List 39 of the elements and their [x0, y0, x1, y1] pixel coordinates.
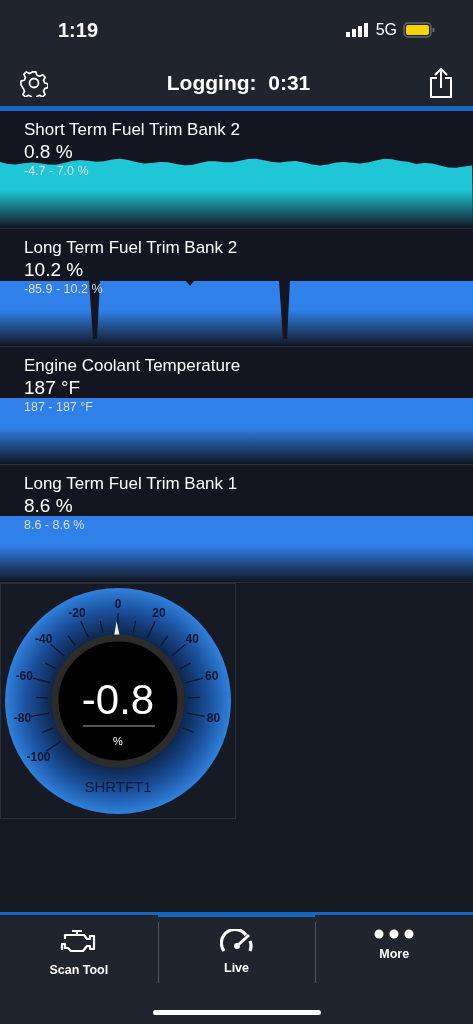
nav-tab[interactable]: Live: [157, 912, 316, 983]
pid-name: Short Term Fuel Trim Bank 2: [24, 119, 241, 141]
engine-icon: [59, 929, 98, 955]
pid-range: -4.7 - 7.0 %: [24, 163, 89, 179]
pid-name: Engine Coolant Temperature: [24, 355, 241, 377]
gauge-unit: %: [113, 735, 123, 747]
pid-name: Long Term Fuel Trim Bank 2: [24, 237, 238, 259]
signal-icon: [345, 23, 370, 37]
gauge-icon: [219, 929, 254, 953]
gauge-tick-label: -20: [68, 606, 86, 621]
share-button[interactable]: [429, 67, 453, 99]
pid-range: 8.6 - 8.6 %: [24, 517, 85, 533]
gauge-value: -0.8: [81, 676, 155, 723]
pid-value: 10.2 %: [24, 259, 84, 281]
gauge-tick-label: -80: [13, 710, 32, 725]
battery-icon: [403, 22, 435, 38]
gauge-tick-label: 0: [114, 597, 122, 611]
nav-tab[interactable]: Scan Tool: [0, 912, 158, 983]
gauge-tick-label: 40: [185, 631, 199, 646]
gauge-tick-label: 80: [206, 710, 221, 725]
clock-time: 1:19: [58, 18, 100, 42]
logging-title: Logging: 0:31: [165, 71, 312, 95]
pid-value: 0.8 %: [24, 141, 73, 163]
pid-value: 8.6 %: [24, 495, 73, 517]
settings-icon: [20, 69, 48, 97]
gauge-label: SHRTFT1: [84, 778, 152, 795]
more-icon: [374, 929, 415, 939]
pid-name: Long Term Fuel Trim Bank 1: [24, 473, 238, 495]
network-label: 5G: [375, 21, 397, 39]
share-icon: [429, 67, 453, 99]
pid-range: 187 - 187 °F: [24, 399, 93, 415]
pid-value: 187 °F: [24, 377, 81, 399]
gauge-tick-label: 60: [205, 668, 219, 683]
gauge-tick-label: 20: [152, 606, 166, 621]
nav-tab[interactable]: More: [315, 912, 473, 983]
gauge-tick-label: -40: [35, 631, 53, 646]
gauge-tick-label: -60: [15, 668, 33, 683]
settings-button[interactable]: [20, 69, 48, 97]
gauge-tick-label: -100: [26, 749, 51, 764]
